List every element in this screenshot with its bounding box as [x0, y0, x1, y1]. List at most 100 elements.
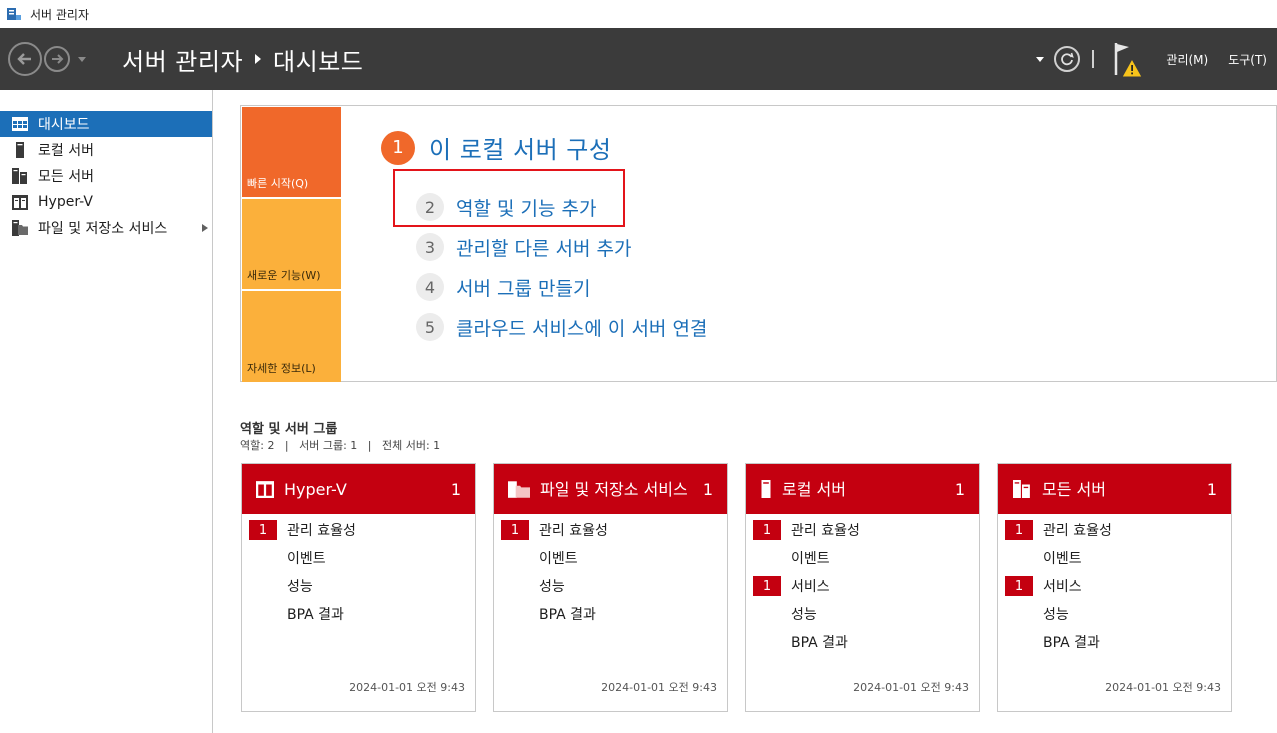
card-rows: 1 관리 효율성 이벤트 성능 BPA 결과 [494, 514, 727, 628]
card-row-manageability[interactable]: 1 관리 효율성 [998, 516, 1231, 544]
card-row-bpa-results[interactable]: BPA 결과 [998, 628, 1231, 656]
card-row-events[interactable]: 이벤트 [242, 544, 475, 572]
step-number: 1 [381, 130, 415, 165]
tools-menu[interactable]: 도구(T) [1228, 51, 1267, 68]
step-label: 이 로컬 서버 구성 [429, 136, 612, 164]
step-configure-local-server[interactable]: 1 이 로컬 서버 구성 [381, 130, 611, 165]
card-row-bpa-results[interactable]: BPA 결과 [494, 600, 727, 628]
card-row-manageability[interactable]: 1 관리 효율성 [494, 516, 727, 544]
sidebar-item-label: Hyper-V [38, 194, 93, 210]
refresh-button[interactable] [1054, 46, 1081, 72]
card-rows: 1 관리 효율성 이벤트 1 서비스 성능 BPA 결과 [998, 514, 1231, 656]
card-timestamp: 2024-01-01 오전 9:43 [853, 681, 969, 694]
breadcrumb-current: 대시보드 [273, 47, 364, 76]
alert-count-badge: 1 [1005, 576, 1033, 596]
refresh-dropdown-icon[interactable] [1036, 56, 1045, 62]
row-label: BPA 결과 [1043, 635, 1100, 651]
sidebar-item-hyperv[interactable]: Hyper-V [0, 189, 212, 215]
role-card-hyperv: Hyper-V 1 1 관리 효율성 이벤트 성능 BPA 결과 2024-01-… [241, 463, 476, 712]
row-label: BPA 결과 [791, 635, 848, 651]
card-row-performance[interactable]: 성능 [242, 572, 475, 600]
tile-learn-more[interactable]: 자세한 정보(L) [242, 291, 341, 382]
card-row-manageability[interactable]: 1 관리 효율성 [746, 516, 979, 544]
window-titlebar: 서버 관리자 [0, 0, 1277, 28]
roles-section-title: 역할 및 서버 그룹 [240, 422, 338, 437]
sidebar-item-dashboard[interactable]: 대시보드 [0, 111, 212, 137]
notifications-flag-button[interactable] [1112, 39, 1146, 79]
card-count: 1 [954, 480, 965, 499]
row-label: 관리 효율성 [1043, 523, 1112, 539]
card-title: 파일 및 저장소 서비스 [540, 479, 688, 499]
card-row-bpa-results[interactable]: BPA 결과 [242, 600, 475, 628]
hyperv-icon [12, 194, 28, 210]
step-connect-cloud-services[interactable]: 5 클라우드 서비스에 이 서버 연결 [416, 313, 707, 341]
alert-count-badge: 1 [753, 520, 781, 540]
card-count: 1 [450, 480, 461, 499]
local-server-icon [761, 480, 771, 498]
row-label: 이벤트 [287, 551, 326, 567]
card-title: 로컬 서버 [782, 479, 846, 499]
row-label: 성능 [287, 579, 313, 595]
refresh-icon [1061, 52, 1075, 66]
forward-arrow-icon [52, 54, 64, 64]
all-servers-icon [12, 168, 28, 184]
card-header[interactable]: 모든 서버 1 [998, 464, 1231, 514]
hyperv-icon [256, 481, 274, 498]
sidebar-item-all-servers[interactable]: 모든 서버 [0, 163, 212, 189]
nav-buttons [8, 42, 86, 76]
expand-arrow-icon[interactable] [202, 224, 208, 232]
step-label: 클라우드 서비스에 이 서버 연결 [456, 317, 708, 340]
app-header: 서버 관리자 대시보드 관리(M) 도구(T) [0, 28, 1277, 90]
card-row-performance[interactable]: 성능 [998, 600, 1231, 628]
row-label: 성능 [791, 607, 817, 623]
local-server-icon [12, 142, 28, 158]
card-row-performance[interactable]: 성능 [494, 572, 727, 600]
step-label: 관리할 다른 서버 추가 [456, 237, 632, 260]
card-row-manageability[interactable]: 1 관리 효율성 [242, 516, 475, 544]
card-title: 모든 서버 [1042, 479, 1106, 499]
card-row-events[interactable]: 이벤트 [746, 544, 979, 572]
tile-whats-new[interactable]: 새로운 기능(W) [242, 199, 341, 289]
card-row-bpa-results[interactable]: BPA 결과 [746, 628, 979, 656]
card-row-events[interactable]: 이벤트 [494, 544, 727, 572]
forward-button[interactable] [44, 46, 70, 72]
step-label: 서버 그룹 만들기 [456, 277, 591, 300]
sidebar-item-label: 대시보드 [38, 117, 90, 133]
step-number: 5 [416, 313, 444, 341]
step-add-other-servers[interactable]: 3 관리할 다른 서버 추가 [416, 233, 631, 261]
header-divider [1092, 50, 1095, 68]
row-label: 관리 효율성 [539, 523, 608, 539]
card-timestamp: 2024-01-01 오전 9:43 [349, 681, 465, 694]
sidebar-item-label: 파일 및 저장소 서비스 [38, 221, 168, 237]
card-row-services[interactable]: 1 서비스 [998, 572, 1231, 600]
back-button[interactable] [8, 42, 42, 76]
row-label: 관리 효율성 [287, 523, 356, 539]
card-row-performance[interactable]: 성능 [746, 600, 979, 628]
step-create-server-group[interactable]: 4 서버 그룹 만들기 [416, 273, 590, 301]
sidebar-item-file-storage[interactable]: 파일 및 저장소 서비스 [0, 215, 212, 241]
server-manager-app-icon [6, 6, 22, 22]
sidebar: 대시보드 로컬 서버 모든 서버 Hyper-V 파일 및 저장소 서비스 [0, 90, 213, 733]
step-number: 2 [416, 193, 444, 221]
alert-count-badge: 1 [501, 520, 529, 540]
header-actions: 관리(M) 도구(T) [1036, 28, 1277, 90]
card-rows: 1 관리 효율성 이벤트 성능 BPA 결과 [242, 514, 475, 628]
sidebar-item-local-server[interactable]: 로컬 서버 [0, 137, 212, 163]
card-header[interactable]: 파일 및 저장소 서비스 1 [494, 464, 727, 514]
sidebar-item-label: 로컬 서버 [38, 143, 94, 159]
history-dropdown-icon[interactable] [78, 56, 86, 62]
row-label: 서비스 [791, 579, 830, 595]
flag-warning-icon [1115, 43, 1144, 78]
tile-quick-start[interactable]: 빠른 시작(Q) [242, 107, 341, 197]
step-add-roles-features[interactable]: 2 역할 및 기능 추가 [416, 193, 596, 221]
row-label: 관리 효율성 [791, 523, 860, 539]
card-row-events[interactable]: 이벤트 [998, 544, 1231, 572]
manage-menu[interactable]: 관리(M) [1166, 51, 1208, 68]
step-label: 역할 및 기능 추가 [456, 197, 597, 220]
breadcrumb-root[interactable]: 서버 관리자 [122, 42, 243, 77]
row-label: 이벤트 [791, 551, 830, 567]
alert-count-badge: 1 [1005, 520, 1033, 540]
card-header[interactable]: Hyper-V 1 [242, 464, 475, 514]
card-header[interactable]: 로컬 서버 1 [746, 464, 979, 514]
card-row-services[interactable]: 1 서비스 [746, 572, 979, 600]
